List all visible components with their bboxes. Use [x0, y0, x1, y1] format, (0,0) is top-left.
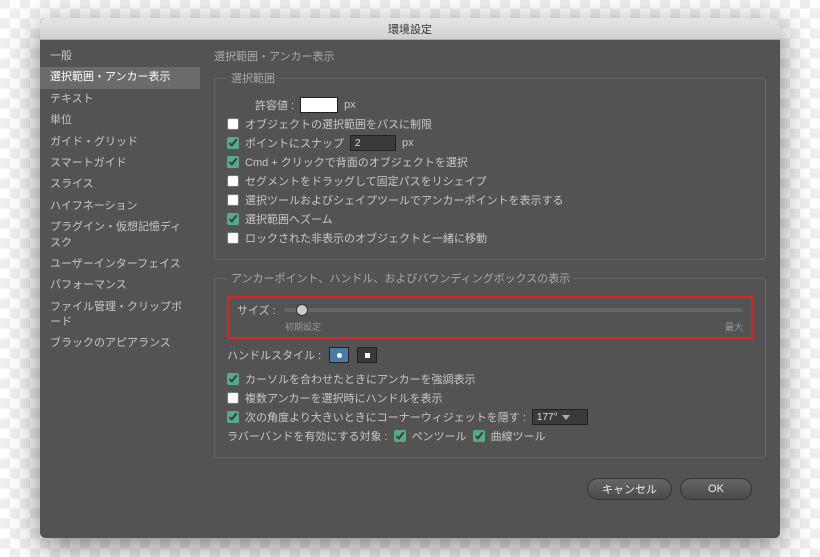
- multi-checkbox[interactable]: [227, 392, 239, 404]
- size-slider[interactable]: [284, 308, 743, 312]
- rubber-label: ラバーバンドを有効にする対象 :: [227, 428, 388, 444]
- sidebar-item-ui[interactable]: ユーザーインターフェイス: [40, 254, 200, 275]
- cancel-button[interactable]: キャンセル: [587, 478, 672, 500]
- handle-style-label: ハンドルスタイル :: [227, 347, 321, 363]
- cmdclick-checkbox[interactable]: [227, 156, 239, 168]
- shapetool-label: 選択ツールおよびシェイプツールでアンカーポイントを表示する: [245, 192, 564, 208]
- sidebar-item-slices[interactable]: スライス: [40, 174, 200, 195]
- snap-checkbox[interactable]: [227, 137, 239, 149]
- cmdclick-label: Cmd + クリックで背面のオブジェクトを選択: [245, 154, 468, 170]
- circle-icon: [337, 353, 342, 358]
- sidebar-item-file-clipboard[interactable]: ファイル管理・クリップボード: [40, 297, 200, 334]
- curve-checkbox[interactable]: [473, 430, 485, 442]
- segment-checkbox[interactable]: [227, 175, 239, 187]
- anchor-legend: アンカーポイント、ハンドル、およびバウンディングボックスの表示: [227, 270, 574, 286]
- locked-checkbox[interactable]: [227, 232, 239, 244]
- highlight-checkbox[interactable]: [227, 373, 239, 385]
- constrain-checkbox[interactable]: [227, 118, 239, 130]
- sidebar-item-hyphenation[interactable]: ハイフネーション: [40, 196, 200, 217]
- content: 一般 選択範囲・アンカー表示 テキスト 単位 ガイド・グリッド スマートガイド …: [40, 40, 780, 538]
- sidebar-item-performance[interactable]: パフォーマンス: [40, 275, 200, 296]
- corner-value[interactable]: 177°: [532, 409, 588, 425]
- panel-heading: 選択範囲・アンカー表示: [214, 48, 766, 64]
- shapetool-checkbox[interactable]: [227, 194, 239, 206]
- curve-label: 曲線ツール: [491, 428, 546, 444]
- selection-legend: 選択範囲: [227, 70, 279, 86]
- multi-label: 複数アンカーを選択時にハンドルを表示: [245, 390, 443, 406]
- square-icon: [365, 353, 370, 358]
- tolerance-input[interactable]: [300, 97, 338, 113]
- tolerance-unit: px: [344, 99, 356, 111]
- segment-label: セグメントをドラッグして固定パスをリシェイプ: [245, 173, 487, 189]
- sidebar: 一般 選択範囲・アンカー表示 テキスト 単位 ガイド・グリッド スマートガイド …: [40, 40, 200, 538]
- locked-label: ロックされた非表示のオブジェクトと一緒に移動: [245, 230, 487, 246]
- ok-button[interactable]: OK: [680, 478, 752, 500]
- snap-value[interactable]: 2: [350, 135, 396, 151]
- pen-label: ペンツール: [412, 428, 467, 444]
- corner-checkbox[interactable]: [227, 411, 239, 423]
- size-label: サイズ :: [237, 302, 276, 318]
- snap-unit: px: [402, 137, 414, 149]
- selection-group: 選択範囲 許容値 : px オブジェクトの選択範囲をパスに制限 ポイントにスナッ…: [214, 70, 766, 260]
- preferences-window: 環境設定 一般 選択範囲・アンカー表示 テキスト 単位 ガイド・グリッド スマー…: [40, 18, 780, 538]
- titlebar: 環境設定: [40, 18, 780, 40]
- zoom-label: 選択範囲へズーム: [245, 211, 333, 227]
- pen-checkbox[interactable]: [394, 430, 406, 442]
- size-slider-highlight: サイズ : 初期設定 最大: [227, 296, 753, 339]
- tolerance-label: 許容値 :: [255, 97, 294, 113]
- button-bar: キャンセル OK: [214, 468, 766, 510]
- sidebar-item-guides-grid[interactable]: ガイド・グリッド: [40, 132, 200, 153]
- sidebar-item-smart-guides[interactable]: スマートガイド: [40, 153, 200, 174]
- highlight-label: カーソルを合わせたときにアンカーを強調表示: [245, 371, 476, 387]
- main-panel: 選択範囲・アンカー表示 選択範囲 許容値 : px オブジェクトの選択範囲をパス…: [200, 40, 780, 538]
- size-max-label: 最大: [725, 320, 743, 333]
- handle-style-circle[interactable]: [329, 347, 349, 363]
- sidebar-item-general[interactable]: 一般: [40, 46, 200, 67]
- handle-style-square[interactable]: [357, 347, 377, 363]
- anchor-group: アンカーポイント、ハンドル、およびバウンディングボックスの表示 サイズ : 初期…: [214, 270, 766, 458]
- chevron-down-icon: [562, 415, 570, 420]
- size-slider-thumb[interactable]: [296, 304, 308, 316]
- snap-label: ポイントにスナップ: [245, 135, 344, 151]
- zoom-checkbox[interactable]: [227, 213, 239, 225]
- window-title: 環境設定: [388, 21, 432, 37]
- corner-label: 次の角度より大きいときにコーナーウィジェットを隠す :: [245, 409, 526, 425]
- sidebar-item-plugins[interactable]: プラグイン・仮想記憶ディスク: [40, 217, 200, 254]
- sidebar-item-black[interactable]: ブラックのアピアランス: [40, 333, 200, 354]
- sidebar-item-units[interactable]: 単位: [40, 110, 200, 131]
- constrain-label: オブジェクトの選択範囲をパスに制限: [245, 116, 432, 132]
- sidebar-item-selection-anchor[interactable]: 選択範囲・アンカー表示: [40, 67, 200, 88]
- size-min-label: 初期設定: [285, 320, 321, 333]
- sidebar-item-text[interactable]: テキスト: [40, 89, 200, 110]
